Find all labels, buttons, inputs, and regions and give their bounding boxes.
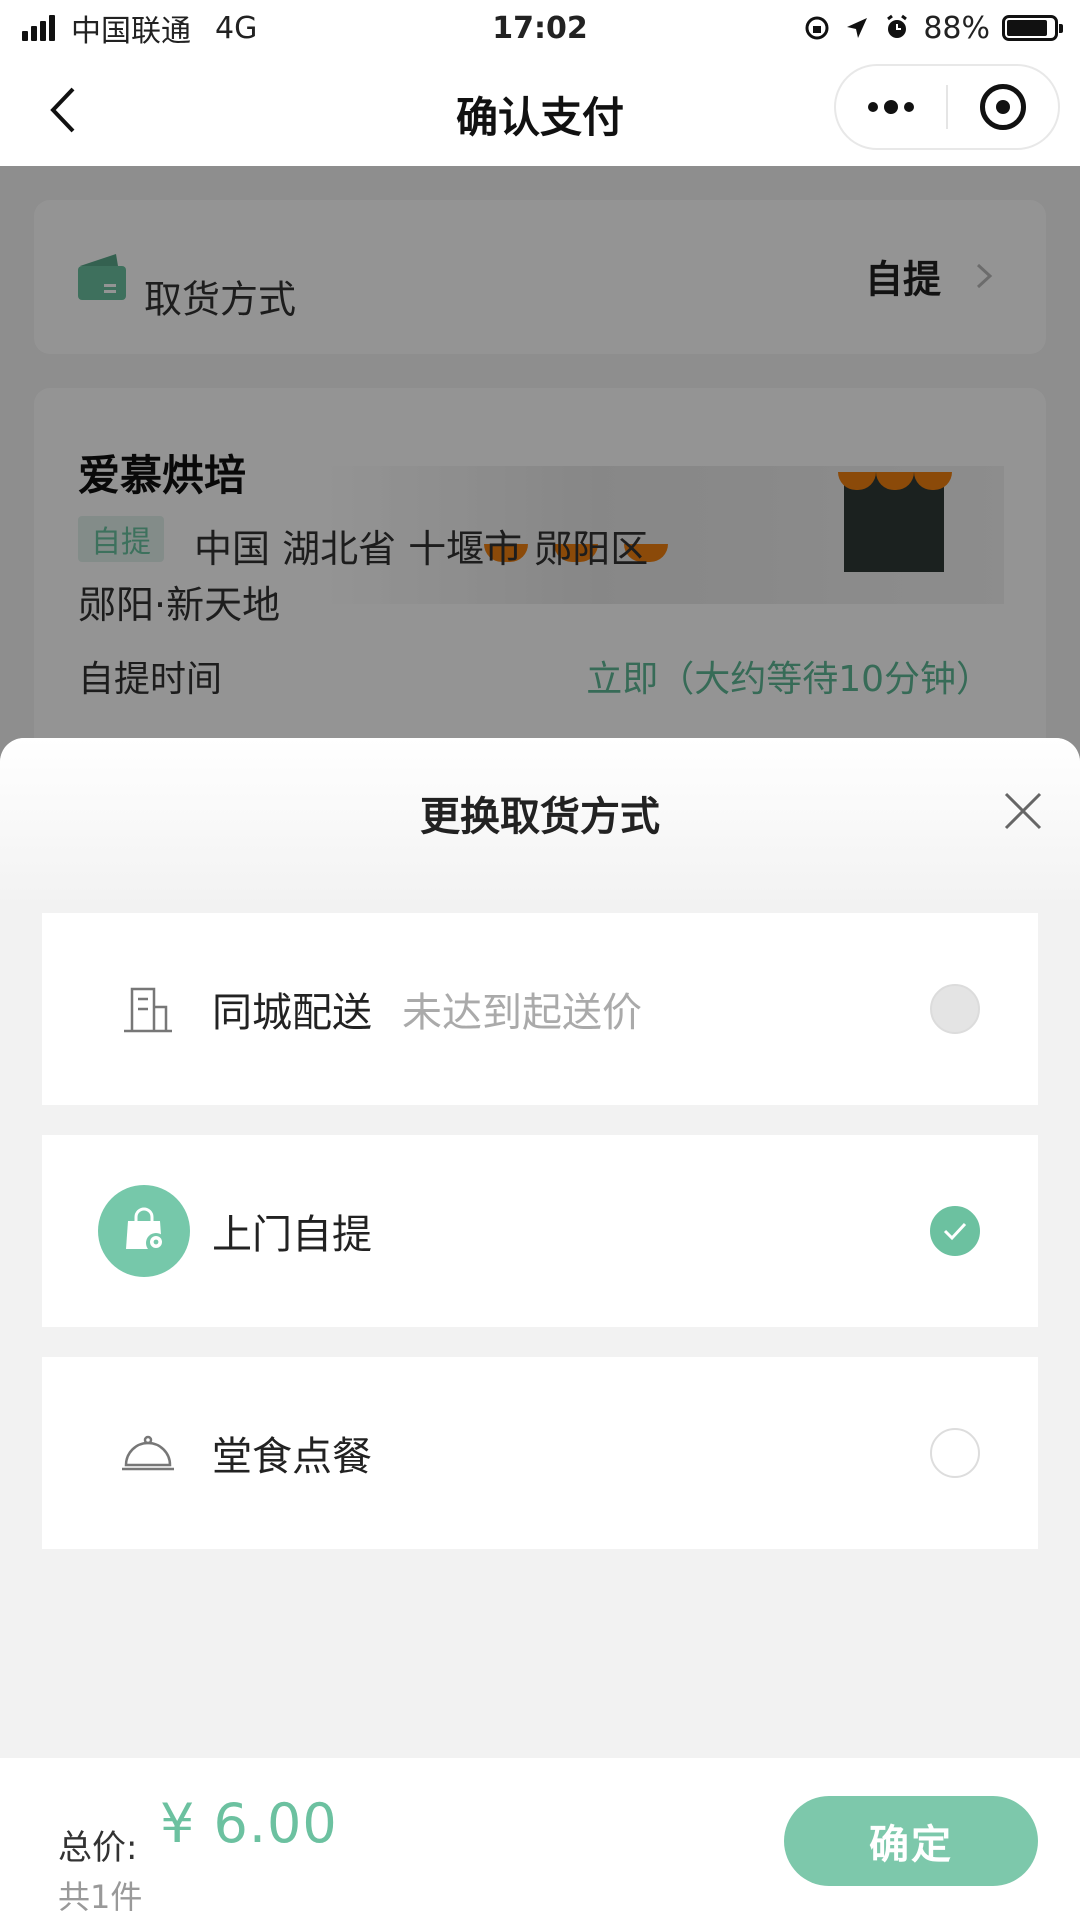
- option-label: 堂食点餐: [212, 1434, 372, 1480]
- close-miniprogram-button[interactable]: [948, 66, 1058, 148]
- checkmark-icon: [943, 1222, 967, 1241]
- sheet-header: 更换取货方式: [0, 738, 1080, 908]
- battery-fill: [1007, 20, 1048, 36]
- location-icon: [847, 18, 868, 38]
- option-self-pickup[interactable]: 上门自提: [42, 1135, 1038, 1327]
- status-bar: 中国联通 4G 17:02 88%: [0, 0, 1080, 56]
- building-icon: [124, 987, 172, 1033]
- option-label-text: 同城配送: [212, 990, 372, 1036]
- option-dine-in[interactable]: 堂食点餐: [42, 1357, 1038, 1549]
- radio-checked[interactable]: [930, 1206, 980, 1256]
- total-price: ¥ 6.00: [160, 1792, 338, 1855]
- option-note: 未达到起送价: [402, 990, 642, 1036]
- sheet-title: 更换取货方式: [420, 794, 660, 840]
- battery-percent: 88%: [923, 10, 990, 46]
- radio-disabled[interactable]: [930, 984, 980, 1034]
- cloche-icon: [122, 1435, 174, 1471]
- signal-icon: [22, 15, 55, 41]
- more-dots-icon: [868, 100, 914, 114]
- alarm-icon: [887, 14, 908, 38]
- item-count: 共1件: [58, 1878, 143, 1916]
- option-label: 上门自提: [212, 1212, 372, 1258]
- pickup-method-sheet: 更换取货方式 同城配送 未达到起送价 上门自提 堂食点餐: [0, 738, 1080, 1920]
- total-label: 总价:: [58, 1828, 138, 1868]
- network-label: 4G: [215, 10, 258, 46]
- confirm-button[interactable]: 确定: [784, 1796, 1038, 1886]
- pickup-bag-icon: [98, 1185, 190, 1277]
- option-label: 同城配送 未达到起送价: [212, 980, 642, 1038]
- more-button[interactable]: [836, 66, 946, 148]
- bag-location-icon: [126, 1207, 166, 1253]
- checkout-footer: 总价: ¥ 6.00 共1件 确定: [0, 1758, 1080, 1920]
- close-miniprogram-icon: [980, 84, 1026, 130]
- option-local-delivery[interactable]: 同城配送 未达到起送价: [42, 913, 1038, 1105]
- miniprogram-capsule: [834, 64, 1060, 150]
- carrier-label: 中国联通: [71, 14, 191, 49]
- battery-icon: [1002, 15, 1063, 41]
- radio-unchecked[interactable]: [930, 1428, 980, 1478]
- rotation-lock-icon: [805, 16, 829, 40]
- nav-bar: 确认支付: [0, 56, 1080, 166]
- close-icon[interactable]: [1000, 788, 1046, 834]
